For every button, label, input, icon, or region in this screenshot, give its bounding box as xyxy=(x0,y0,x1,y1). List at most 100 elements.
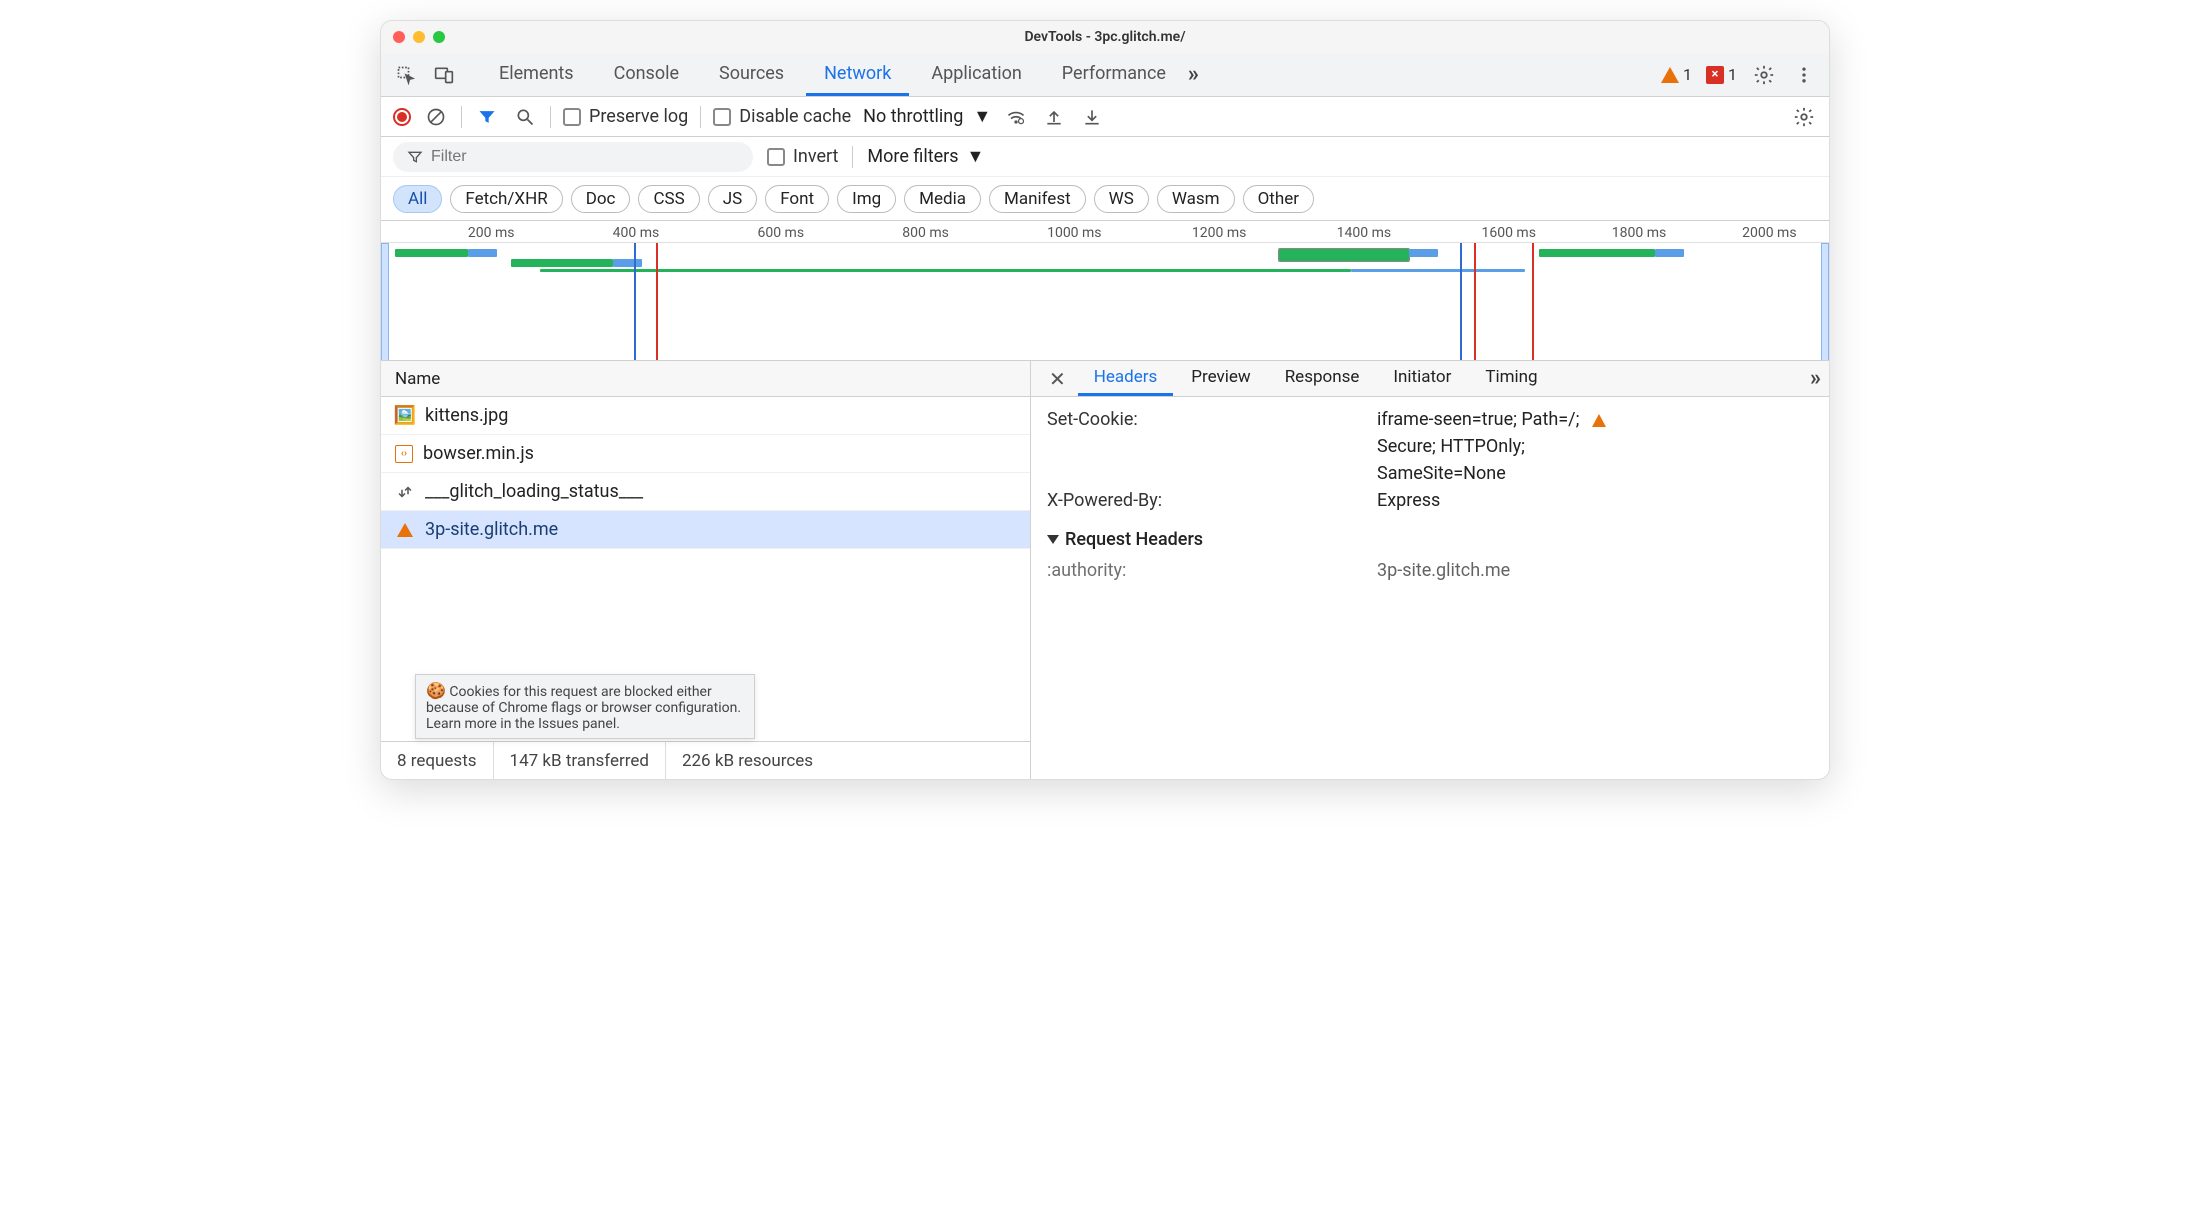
invert-label: Invert xyxy=(793,146,838,167)
status-bar: 8 requests 147 kB transferred 226 kB res… xyxy=(381,741,1030,779)
throttling-label: No throttling xyxy=(863,106,963,127)
detail-tab-timing[interactable]: Timing xyxy=(1469,361,1553,396)
tooltip-text: Cookies for this request are blocked eit… xyxy=(426,684,741,732)
detail-tab-response[interactable]: Response xyxy=(1269,361,1376,396)
request-row[interactable]: ‹› bowser.min.js xyxy=(381,435,1030,473)
detail-tabs: ✕ Headers Preview Response Initiator Tim… xyxy=(1031,361,1829,397)
invert-checkbox[interactable]: Invert xyxy=(767,146,838,167)
name-column-header[interactable]: Name xyxy=(381,361,1030,397)
tab-console[interactable]: Console xyxy=(596,53,697,96)
funnel-icon xyxy=(407,149,423,165)
minimize-window-icon[interactable] xyxy=(413,31,425,43)
chip-js[interactable]: JS xyxy=(708,185,757,213)
tab-application[interactable]: Application xyxy=(913,53,1039,96)
more-filters-label: More filters xyxy=(867,146,958,167)
network-toolbar: Preserve log Disable cache No throttling… xyxy=(381,97,1829,137)
close-detail-icon[interactable]: ✕ xyxy=(1039,367,1076,391)
filter-input-wrap[interactable] xyxy=(393,142,753,172)
chip-font[interactable]: Font xyxy=(765,185,829,213)
issues-error-badge[interactable]: × 1 xyxy=(1706,65,1737,84)
tab-performance[interactable]: Performance xyxy=(1044,53,1184,96)
chip-other[interactable]: Other xyxy=(1243,185,1314,213)
section-label: Request Headers xyxy=(1065,529,1203,550)
chip-ws[interactable]: WS xyxy=(1094,185,1149,213)
disable-cache-label: Disable cache xyxy=(739,106,851,127)
chip-wasm[interactable]: Wasm xyxy=(1157,185,1235,213)
tab-elements[interactable]: Elements xyxy=(481,53,592,96)
timeline-handle-right[interactable] xyxy=(1821,243,1829,361)
status-requests: 8 requests xyxy=(381,742,494,779)
request-name: 3p-site.glitch.me xyxy=(425,519,558,540)
chip-doc[interactable]: Doc xyxy=(571,185,631,213)
preserve-log-checkbox[interactable]: Preserve log xyxy=(563,106,688,127)
header-value-cont: SameSite=None xyxy=(1377,463,1813,484)
js-file-icon: ‹› xyxy=(395,445,413,463)
search-icon[interactable] xyxy=(512,104,538,130)
window-title: DevTools - 3pc.glitch.me/ xyxy=(381,29,1829,45)
tick-label: 600 ms xyxy=(757,225,804,241)
tabs-overflow-icon[interactable]: » xyxy=(1188,62,1199,87)
error-count: 1 xyxy=(1728,65,1737,84)
network-settings-icon[interactable] xyxy=(1791,104,1817,130)
tick-label: 1200 ms xyxy=(1192,225,1246,241)
chip-fetch-xhr[interactable]: Fetch/XHR xyxy=(450,185,562,213)
header-name: X-Powered-By: xyxy=(1047,490,1377,511)
detail-body[interactable]: Set-Cookie: iframe-seen=true; Path=/; Se… xyxy=(1031,397,1829,779)
timeline-handle-left[interactable] xyxy=(381,243,389,361)
header-name: :authority: xyxy=(1047,560,1377,581)
request-name: kittens.jpg xyxy=(425,405,508,426)
devtools-window: DevTools - 3pc.glitch.me/ Elements Conso… xyxy=(380,20,1830,780)
chip-img[interactable]: Img xyxy=(837,185,896,213)
chip-manifest[interactable]: Manifest xyxy=(989,185,1086,213)
header-value-cont: Secure; HTTPOnly; xyxy=(1377,436,1813,457)
chevron-down-icon: ▼ xyxy=(973,106,991,127)
resource-type-chips: All Fetch/XHR Doc CSS JS Font Img Media … xyxy=(381,177,1829,221)
header-row: Set-Cookie: iframe-seen=true; Path=/; xyxy=(1047,409,1813,430)
chip-media[interactable]: Media xyxy=(904,185,981,213)
header-row: :authority: 3p-site.glitch.me xyxy=(1047,560,1813,581)
detail-tab-headers[interactable]: Headers xyxy=(1078,361,1174,396)
chevron-down-icon: ▼ xyxy=(967,146,985,167)
tab-sources[interactable]: Sources xyxy=(701,53,802,96)
throttling-select[interactable]: No throttling ▼ xyxy=(863,106,991,127)
cookie-icon: 🍪 xyxy=(426,681,446,700)
download-har-icon[interactable] xyxy=(1079,104,1105,130)
cookie-blocked-tooltip: 🍪 Cookies for this request are blocked e… xyxy=(415,674,755,739)
tab-network[interactable]: Network xyxy=(806,53,909,96)
clear-button-icon[interactable] xyxy=(423,104,449,130)
more-filters-dropdown[interactable]: More filters ▼ xyxy=(867,146,984,167)
disable-cache-checkbox[interactable]: Disable cache xyxy=(713,106,851,127)
warning-triangle-icon xyxy=(395,520,415,540)
disclosure-triangle-icon xyxy=(1047,535,1059,544)
upload-har-icon[interactable] xyxy=(1041,104,1067,130)
header-value-text: iframe-seen=true; Path=/; xyxy=(1377,409,1579,430)
tick-label: 400 ms xyxy=(613,225,660,241)
issues-warning-badge[interactable]: 1 xyxy=(1661,65,1692,84)
preserve-log-label: Preserve log xyxy=(589,106,688,127)
header-value: 3p-site.glitch.me xyxy=(1377,560,1813,581)
tick-label: 1600 ms xyxy=(1481,225,1535,241)
kebab-menu-icon[interactable] xyxy=(1791,62,1817,88)
chip-all[interactable]: All xyxy=(393,185,442,213)
filter-toggle-icon[interactable] xyxy=(474,104,500,130)
filter-input[interactable] xyxy=(431,148,739,166)
inspect-element-icon[interactable] xyxy=(393,62,419,88)
warning-triangle-icon xyxy=(1661,67,1679,83)
timeline-overview[interactable]: 200 ms 400 ms 600 ms 800 ms 1000 ms 1200… xyxy=(381,221,1829,361)
detail-tabs-overflow-icon[interactable]: » xyxy=(1810,366,1821,391)
device-toggle-icon[interactable] xyxy=(431,62,457,88)
request-row[interactable]: 3p-site.glitch.me xyxy=(381,511,1030,549)
network-conditions-icon[interactable] xyxy=(1003,104,1029,130)
request-row[interactable]: ___glitch_loading_status___ xyxy=(381,473,1030,511)
detail-tab-preview[interactable]: Preview xyxy=(1175,361,1266,396)
close-window-icon[interactable] xyxy=(393,31,405,43)
xhr-file-icon xyxy=(395,482,415,502)
settings-gear-icon[interactable] xyxy=(1751,62,1777,88)
request-headers-section[interactable]: Request Headers xyxy=(1047,529,1813,550)
request-row[interactable]: 🖼️ kittens.jpg xyxy=(381,397,1030,435)
maximize-window-icon[interactable] xyxy=(433,31,445,43)
detail-tab-initiator[interactable]: Initiator xyxy=(1377,361,1467,396)
chip-css[interactable]: CSS xyxy=(638,185,699,213)
warning-triangle-icon[interactable] xyxy=(1592,414,1606,427)
record-button[interactable] xyxy=(393,108,411,126)
